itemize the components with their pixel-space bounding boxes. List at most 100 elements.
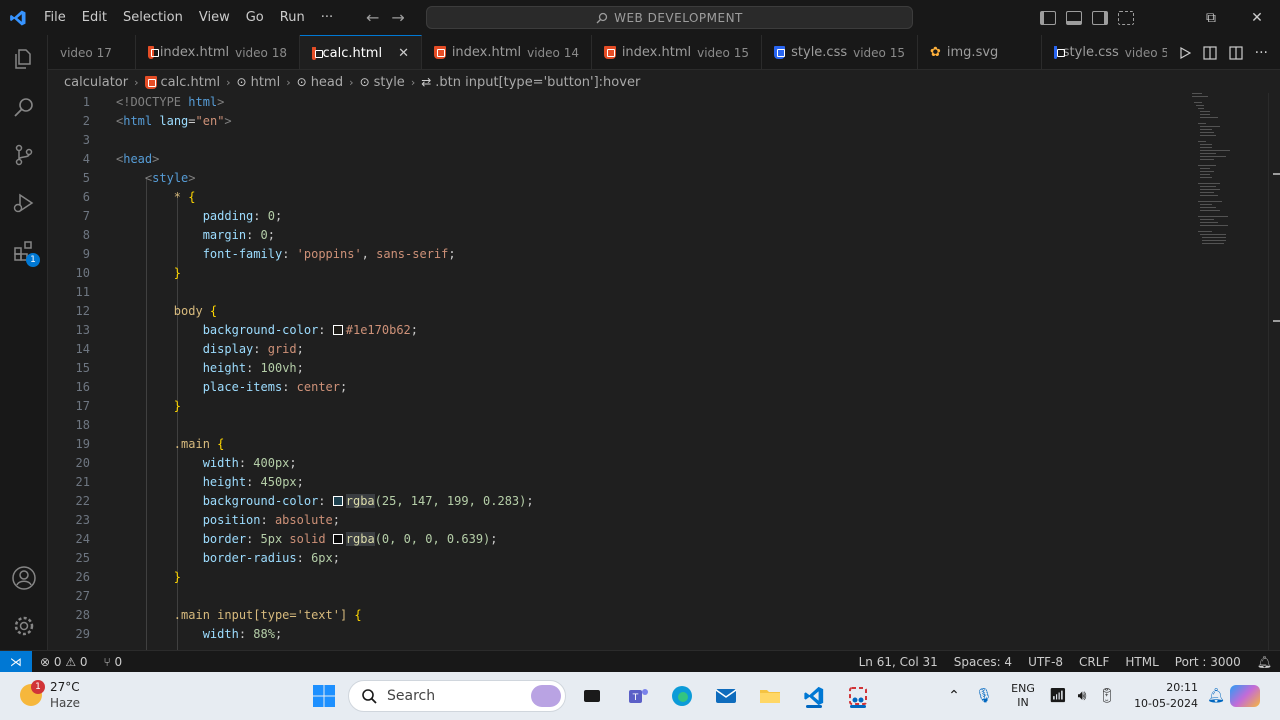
forward-arrow-icon[interactable]: → (391, 8, 404, 27)
input-language[interactable]: ENG IN (1000, 682, 1046, 710)
breadcrumb-file[interactable]: calc.html (161, 75, 221, 90)
tab-style-css-video-15[interactable]: style.css video 15 (762, 35, 918, 69)
source-control-icon[interactable] (0, 131, 48, 179)
color-swatch[interactable] (332, 325, 343, 335)
toggle-secondary-sidebar-icon[interactable] (1092, 10, 1108, 25)
more-actions-icon[interactable]: ··· (1255, 45, 1268, 61)
account-icon[interactable] (0, 554, 48, 602)
line-number: 17 (75, 399, 90, 413)
tab-img-svg[interactable]: ✿ img.svg (918, 35, 1042, 69)
minimap[interactable] (1188, 93, 1268, 650)
snipping-tool-icon[interactable] (844, 682, 872, 710)
explorer-icon[interactable] (0, 35, 48, 83)
minimap-line (1202, 243, 1224, 244)
menu-file[interactable]: File (36, 0, 74, 35)
code-token: head (123, 152, 153, 166)
code-line: 10 } (48, 264, 1188, 283)
code-token: ; (448, 247, 456, 261)
tab-index-html-video-18[interactable]: index.html video 18 (136, 35, 300, 69)
back-arrow-icon[interactable]: ← (366, 8, 379, 27)
run-debug-icon[interactable] (0, 179, 48, 227)
menu-edit[interactable]: Edit (74, 0, 115, 35)
color-swatch[interactable] (332, 496, 343, 506)
tab-label: index.html (451, 45, 522, 60)
open-preview-icon[interactable] (1203, 45, 1217, 60)
tab-description: video 15 (697, 45, 749, 60)
volume-icon[interactable]: 🔊︎ (1070, 688, 1094, 704)
microphone-icon[interactable]: 🎙︎ (968, 688, 1000, 704)
status-bar: ⋊ ⊗ 0 ⚠ 0 ⑂ 0 Ln 61, Col 31 Spaces: 4 UT… (0, 650, 1280, 673)
tab-style-css-video-5[interactable]: style.css video 5 (1042, 35, 1182, 69)
language-mode[interactable]: HTML (1117, 655, 1166, 669)
end-of-line[interactable]: CRLF (1071, 655, 1117, 669)
battery-icon[interactable]: 🔋︎ (1094, 688, 1120, 704)
search-placeholder: Search (387, 688, 436, 704)
taskbar-search[interactable]: Search (348, 680, 566, 712)
tab-index-html-video-15[interactable]: index.html video 15 (592, 35, 762, 69)
breadcrumb-folder[interactable]: calculator (64, 75, 128, 90)
copilot-icon[interactable] (1230, 685, 1260, 707)
remote-indicator-icon[interactable]: ⋊ (0, 650, 32, 673)
code-editor[interactable]: 1 <!DOCTYPE html> 2 <html lang="en"> 3 4 <h… (48, 93, 1188, 650)
notifications-bell-icon[interactable]: 🔔︎ (1249, 655, 1280, 669)
weather-widget[interactable]: 1 27°C Haze (18, 676, 108, 716)
windows-taskbar: 1 27°C Haze Search T ⌃ 🎙︎ ENG IN � (0, 672, 1280, 720)
code-token: grid (267, 342, 297, 356)
live-server-port[interactable]: Port : 3000 (1167, 655, 1249, 669)
ports-indicator[interactable]: ⑂ 0 (96, 655, 131, 669)
notification-bell-icon[interactable]: 🔔︎ (1202, 688, 1230, 704)
menu-view[interactable]: View (191, 0, 238, 35)
extensions-icon[interactable]: 1 (0, 227, 48, 275)
code-line: 2 <html lang="en"> (48, 112, 1188, 131)
code-token: ; (332, 513, 340, 527)
minimap-line (1200, 225, 1228, 226)
region-code: IN (1017, 696, 1029, 709)
code-line: 22 background-color: rgba(25, 147, 199, … (48, 492, 1188, 511)
menu-go[interactable]: Go (238, 0, 272, 35)
split-editor-icon[interactable] (1229, 45, 1243, 60)
menu-selection[interactable]: Selection (115, 0, 191, 35)
chevron-up-icon[interactable]: ⌃ (940, 688, 968, 704)
close-window-icon[interactable]: ✕ (1234, 0, 1280, 35)
tab-index-html-video-14[interactable]: index.html video 14 (422, 35, 592, 69)
mail-icon[interactable] (712, 682, 740, 710)
code-token: ; (410, 323, 419, 337)
menu-more[interactable]: ··· (313, 0, 341, 35)
toggle-panel-icon[interactable] (1066, 10, 1082, 25)
cursor-position[interactable]: Ln 61, Col 31 (851, 655, 946, 669)
edge-browser-icon[interactable] (668, 682, 696, 710)
tab-calc-html[interactable]: calc.html ✕ (300, 35, 422, 69)
encoding[interactable]: UTF-8 (1020, 655, 1071, 669)
start-windows-icon[interactable] (310, 682, 338, 710)
vscode-taskbar-icon[interactable] (800, 682, 828, 710)
run-icon[interactable] (1179, 46, 1191, 59)
clock[interactable]: 20:11 10-05-2024 (1120, 680, 1202, 712)
task-view-icon[interactable] (578, 682, 606, 710)
toggle-primary-sidebar-icon[interactable] (1040, 10, 1056, 25)
search-view-icon[interactable] (0, 83, 48, 131)
breadcrumb-html[interactable]: html (251, 75, 281, 90)
vertical-scrollbar[interactable] (1268, 93, 1280, 650)
restore-window-icon[interactable]: ⧉ (1188, 0, 1234, 35)
close-tab-icon[interactable]: ✕ (398, 46, 409, 61)
minimap-line (1200, 114, 1210, 115)
customize-layout-icon[interactable] (1118, 10, 1134, 25)
wifi-icon[interactable]: 📶︎ (1046, 688, 1070, 704)
problems-indicator[interactable]: ⊗ 0 ⚠ 0 (32, 655, 96, 669)
breadcrumb-style[interactable]: style (374, 75, 405, 90)
code-token: ; (296, 342, 304, 356)
css3-icon (1054, 46, 1065, 59)
breadcrumb-head[interactable]: head (311, 75, 343, 90)
code-line: 17 } (48, 397, 1188, 416)
tab-video-17[interactable]: video 17 (48, 35, 136, 69)
teams-icon[interactable]: T (624, 682, 652, 710)
color-swatch[interactable] (332, 534, 343, 544)
settings-gear-icon[interactable] (0, 602, 48, 650)
command-center[interactable]: WEB DEVELOPMENT (426, 6, 913, 29)
indentation[interactable]: Spaces: 4 (946, 655, 1020, 669)
code-token: ; (296, 361, 304, 375)
breadcrumb-selector[interactable]: .btn input[type='button']:hover (435, 75, 640, 90)
menu-run[interactable]: Run (272, 0, 313, 35)
file-explorer-icon[interactable] (756, 682, 784, 710)
line-number: 11 (75, 285, 90, 299)
